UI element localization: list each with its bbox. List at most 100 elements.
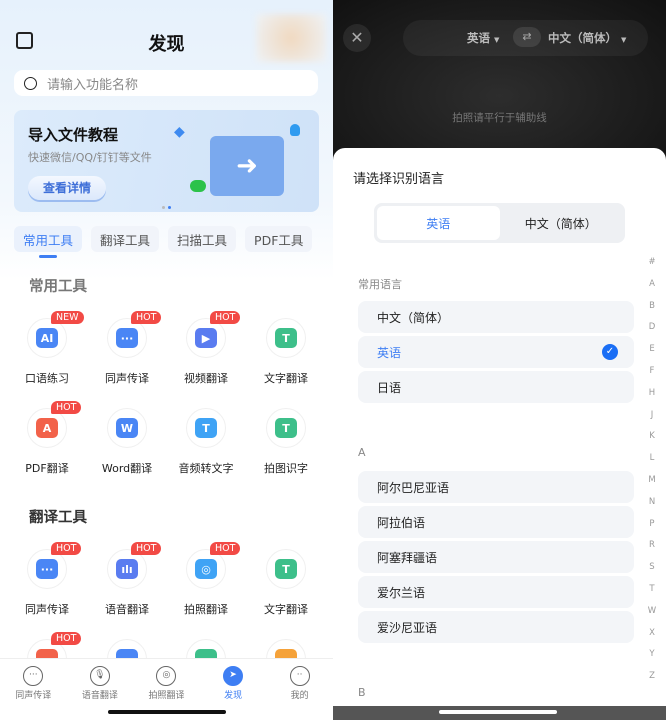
index-letter[interactable]: X [646,628,658,638]
tab-3[interactable]: PDF工具 [245,226,313,252]
segment-0[interactable]: 英语 [377,206,500,240]
tool-item[interactable]: A HOT PDF翻译 [7,401,87,476]
target-language-dropdown[interactable]: 中文（简体） ▼ [548,30,626,46]
chat-bubble-icon: ··· [116,328,138,348]
tool-label: 口语练习 [25,372,69,385]
nav-label: 我的 [290,691,309,701]
tool-icon-circle: ▶ [186,318,226,358]
tool-item[interactable]: ılı HOT 语音翻译 [87,542,167,617]
profile-icon: ·· [289,666,310,686]
index-letter[interactable]: W [646,606,658,616]
language-name: 英语 [377,345,402,360]
index-letter[interactable]: R [646,540,658,550]
text-icon: T [275,328,297,348]
index-letter[interactable]: M [646,475,658,485]
index-letter[interactable]: Z [646,671,658,681]
tool-label: 音频转文字 [178,462,234,475]
tool-icon-circle: T [266,549,306,589]
language-option[interactable]: 阿尔巴尼亚语 [358,471,634,503]
nav-item-0[interactable]: ··· 同声传译 [0,659,67,720]
banner[interactable]: 导入文件教程 快速微信/QQ/钉钉等文件 查看详情 ➜ ◆ [14,110,319,212]
tool-item[interactable]: T 文字翻译 [246,318,326,386]
language-name: 爱尔兰语 [377,585,426,600]
source-language: 英语 [467,31,490,45]
tool-item[interactable]: ··· HOT 同声传译 [7,542,87,617]
index-letter[interactable]: E [646,344,658,354]
source-language-dropdown[interactable]: 英语 ▼ [467,30,499,46]
word-icon: W [116,418,138,438]
index-letter[interactable]: L [646,453,658,463]
language-option[interactable]: 英语 ✓ [358,336,634,368]
index-letter[interactable]: F [646,366,658,376]
nav-item-4[interactable]: ·· 我的 [266,659,333,720]
carousel-dots [162,206,171,209]
tool-item[interactable]: ▶ HOT 视频翻译 [166,311,246,386]
tool-icon-circle: ◎ [186,549,226,589]
index-letter[interactable]: D [646,322,658,332]
search-input[interactable]: 请输入功能名称 [14,70,318,96]
audio-to-text-icon: T [195,418,217,438]
swap-icon[interactable]: ⇄ [513,27,541,47]
tool-label: 语音翻译 [105,603,149,616]
microphone-icon: 🎙 [89,666,110,686]
tool-label: 同声传译 [105,372,149,385]
tool-label: 同声传译 [25,603,69,616]
index-letter[interactable]: B [646,301,658,311]
language-option[interactable]: 中文（简体） [358,301,634,333]
tool-item[interactable]: W Word翻译 [87,408,167,476]
close-icon[interactable]: ✕ [343,24,371,52]
badge-hot: HOT [51,542,82,555]
index-letter[interactable]: # [646,257,658,267]
language-name: 中文（简体） [377,310,450,325]
language-option[interactable]: 阿拉伯语 [358,506,634,538]
language-option[interactable]: 阿塞拜疆语 [358,541,634,573]
tool-label: 拍图识字 [264,462,308,475]
sheet-title: 请选择识别语言 [353,172,445,187]
discover-screen: 发现 请输入功能名称 导入文件教程 快速微信/QQ/钉钉等文件 查看详情 ➜ ◆… [0,0,333,720]
text-icon: T [275,559,297,579]
index-letter[interactable]: A [646,279,658,289]
tool-item[interactable]: T 文字翻译 [246,549,326,617]
nav-label: 语音翻译 [81,691,118,701]
nav-label: 同声传译 [15,691,52,701]
section-title-translate: 翻译工具 [29,510,87,526]
image-text-icon: T [275,418,297,438]
tool-label: 拍照翻译 [184,603,228,616]
tool-label: PDF翻译 [25,462,69,475]
tool-item[interactable]: T 拍图识字 [246,408,326,476]
tool-item[interactable]: ◎ HOT 拍照翻译 [166,542,246,617]
language-name: 日语 [377,380,402,395]
nav-label: 发现 [224,691,243,701]
index-letter[interactable]: T [646,584,658,594]
tool-icon-circle: T [186,408,226,448]
tab-0[interactable]: 常用工具 [14,226,83,252]
language-option[interactable]: 日语 [358,371,634,403]
language-option[interactable]: 爱尔兰语 [358,576,634,608]
index-letter[interactable]: N [646,497,658,507]
tool-icon-circle: ··· [107,318,147,358]
index-letter[interactable]: H [646,388,658,398]
tab-1[interactable]: 翻译工具 [91,226,160,252]
tool-item[interactable]: T 音频转文字 [166,408,246,476]
section-title-common: 常用工具 [29,279,87,295]
index-letter[interactable]: K [646,431,658,441]
banner-details-button[interactable]: 查看详情 [28,176,106,200]
tool-icon-circle: ılı [107,549,147,589]
qq-icon [290,124,300,136]
ai-chat-icon: AI [36,328,58,348]
tool-item[interactable]: AI NEW 口语练习 [7,311,87,386]
tool-icon-circle: AI [27,318,67,358]
tool-item[interactable]: ··· HOT 同声传译 [87,311,167,386]
tool-icon-circle: A [27,408,67,448]
tool-label: Word翻译 [101,462,153,475]
index-letter[interactable]: S [646,562,658,572]
index-letter[interactable]: P [646,519,658,529]
nav-label: 拍照翻译 [148,691,185,701]
language-option[interactable]: 爱沙尼亚语 [358,611,634,643]
index-letter[interactable]: J [646,410,658,420]
index-letter[interactable]: Y [646,649,658,659]
segment-1[interactable]: 中文（简体） [500,206,623,240]
language-name: 阿拉伯语 [377,515,426,530]
caret-down-icon: ▼ [621,36,627,44]
tab-2[interactable]: 扫描工具 [168,226,237,252]
